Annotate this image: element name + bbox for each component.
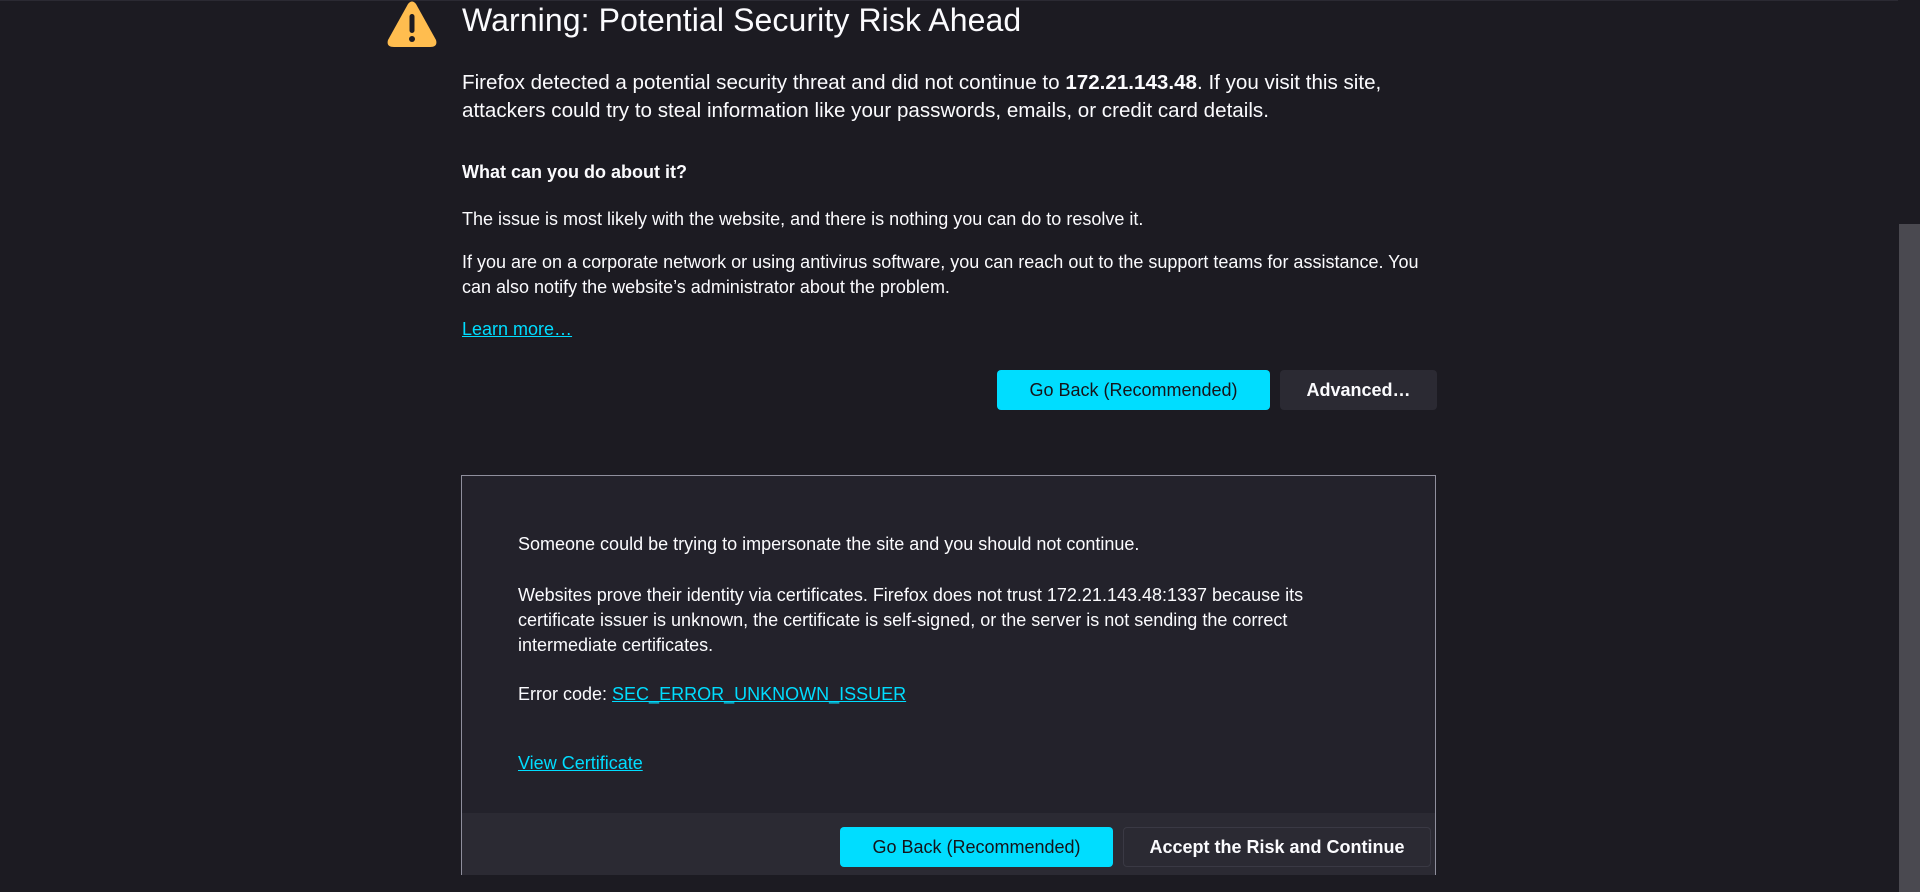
certificate-explanation-text: Websites prove their identity via certif… (518, 585, 1304, 655)
advanced-panel-footer: Go Back (Recommended) Accept the Risk an… (462, 813, 1435, 875)
warning-triangle-icon (387, 1, 437, 47)
support-advice-text: If you are on a corporate network or usi… (462, 252, 1419, 297)
scrollbar-thumb[interactable] (1899, 224, 1920, 892)
impersonation-warning-text: Someone could be trying to impersonate t… (518, 534, 1140, 554)
advanced-button[interactable]: Advanced… (1280, 370, 1437, 410)
error-code-label: Error code: (518, 684, 613, 704)
go-back-button-secondary[interactable]: Go Back (Recommended) (840, 827, 1113, 867)
advanced-panel: Someone could be trying to impersonate t… (461, 475, 1436, 875)
learn-more-link[interactable]: Learn more… (462, 319, 572, 340)
intro-text: Firefox detected a potential security th… (462, 69, 1442, 125)
intro-host: 172.21.143.48 (1065, 71, 1198, 94)
page-title: Warning: Potential Security Risk Ahead (462, 2, 1022, 38)
go-back-button[interactable]: Go Back (Recommended) (997, 370, 1270, 410)
certificate-error-page: Warning: Potential Security Risk Ahead F… (0, 0, 1920, 892)
issue-explanation-text: The issue is most likely with the websit… (462, 209, 1144, 229)
view-certificate-link[interactable]: View Certificate (518, 753, 643, 774)
error-code-link[interactable]: SEC_ERROR_UNKNOWN_ISSUER (612, 684, 906, 704)
intro-before: Firefox detected a potential security th… (462, 71, 1066, 94)
error-code-line: Error code: SEC_ERROR_UNKNOWN_ISSUER (518, 684, 906, 705)
top-divider (0, 0, 1920, 1)
accept-risk-button[interactable]: Accept the Risk and Continue (1123, 827, 1431, 867)
what-can-you-do-heading: What can you do about it? (462, 162, 687, 182)
